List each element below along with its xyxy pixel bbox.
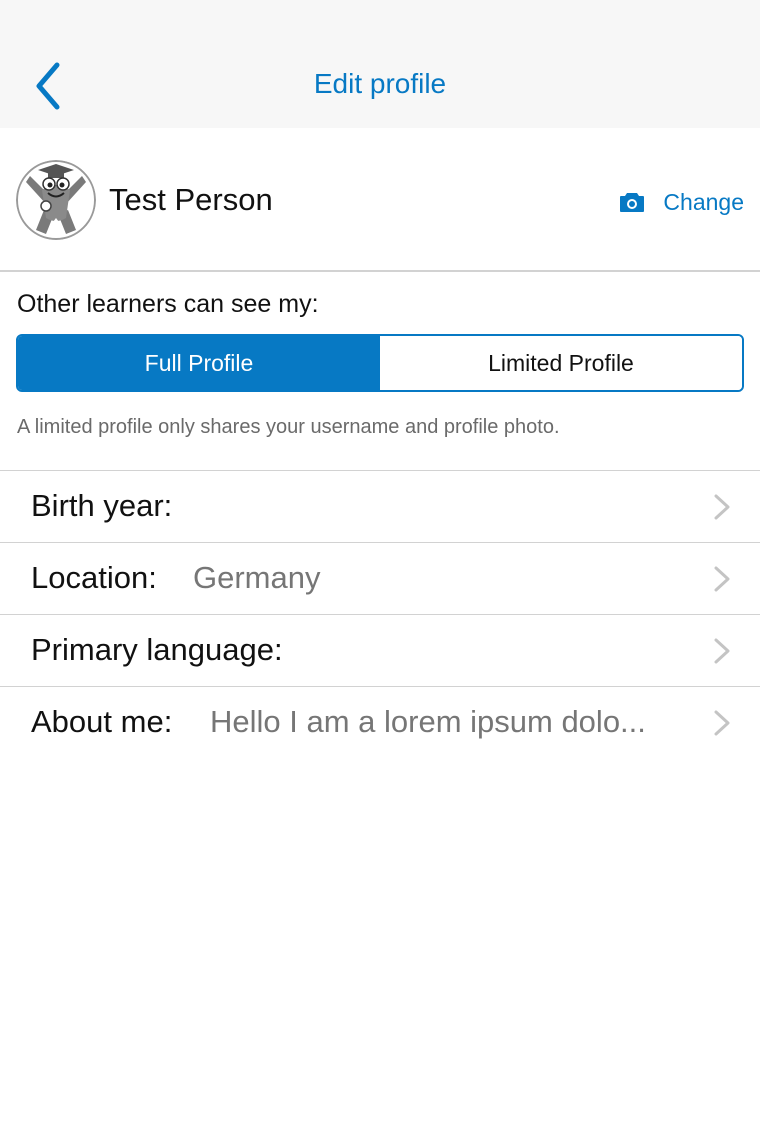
avatar[interactable] bbox=[16, 160, 96, 240]
chevron-right-icon bbox=[714, 638, 730, 664]
profile-header: Test Person Change bbox=[0, 128, 760, 272]
location-row[interactable]: Location: Germany bbox=[0, 543, 760, 615]
chevron-right-icon bbox=[714, 710, 730, 736]
chevron-right-icon bbox=[714, 494, 730, 520]
chevron-right-icon bbox=[714, 566, 730, 592]
profile-visibility-control: Full Profile Limited Profile bbox=[16, 334, 744, 392]
profile-fields-list: Birth year: Location: Germany Primary la… bbox=[0, 470, 760, 758]
change-photo-button[interactable]: Change bbox=[619, 184, 744, 220]
avatar-mascot-icon bbox=[16, 160, 96, 240]
limited-profile-segment[interactable]: Limited Profile bbox=[380, 336, 742, 390]
profile-name: Test Person bbox=[109, 182, 273, 217]
primary-language-row[interactable]: Primary language: bbox=[0, 615, 760, 687]
about-me-row[interactable]: About me: Hello I am a lorem ipsum dolo.… bbox=[0, 687, 760, 758]
page-title: Edit profile bbox=[313, 68, 447, 99]
field-value: Germany bbox=[193, 560, 321, 595]
birth-year-row[interactable]: Birth year: bbox=[0, 471, 760, 543]
full-profile-segment[interactable]: Full Profile bbox=[18, 336, 380, 390]
field-label: About me: bbox=[31, 704, 173, 739]
field-label: Primary language: bbox=[31, 632, 283, 667]
navigation-bar: Edit profile bbox=[0, 0, 760, 128]
field-value: Hello I am a lorem ipsum dolo... bbox=[210, 704, 646, 739]
change-photo-label: Change bbox=[663, 188, 744, 215]
field-label: Location: bbox=[31, 560, 157, 595]
camera-icon bbox=[620, 193, 645, 212]
visibility-note: A limited profile only shares your usern… bbox=[17, 416, 560, 438]
visibility-label: Other learners can see my: bbox=[17, 290, 319, 318]
field-label: Birth year: bbox=[31, 488, 173, 523]
